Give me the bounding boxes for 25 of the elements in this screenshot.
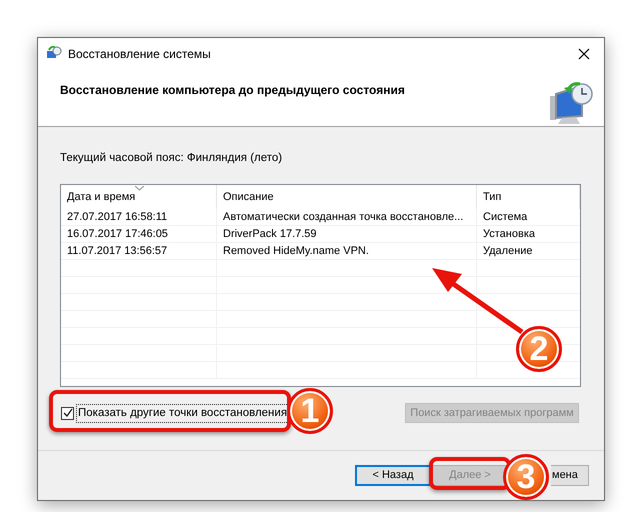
column-header[interactable]: Тип [477, 185, 580, 210]
table-cell: Removed HideMy.name VPN. [217, 243, 477, 260]
column-header[interactable]: Описание [217, 185, 477, 210]
table-cell: Автоматически созданная точка восстановле... [217, 209, 477, 226]
system-restore-icon [548, 82, 594, 126]
table-cell: 11.07.2017 13:56:57 [61, 243, 217, 260]
table-cell: 16.07.2017 17:46:05 [61, 226, 217, 242]
column-header[interactable]: Дата и время [61, 185, 217, 210]
table-cell-text: Удаление [482, 244, 534, 259]
table-cell-text: Система [482, 210, 528, 225]
checkbox[interactable] [61, 406, 74, 420]
table-row[interactable]: 27.07.2017 16:58:11 Автоматически созданная точка восстановле... Система [61, 209, 580, 226]
sort-caret-icon [135, 186, 144, 192]
table-cell-text: Установка [482, 227, 536, 242]
table-cell: 27.07.2017 16:58:11 [61, 209, 217, 226]
wizard-button[interactable]: мена [551, 465, 589, 486]
wizard-button[interactable]: < Назад [355, 465, 431, 486]
close-icon [578, 48, 590, 60]
timezone-label: Текущий часовой пояс: Финляндия (лето) [60, 151, 284, 166]
table-row[interactable]: 16.07.2017 17:46:05 DriverPack 17.7.59 Установка [61, 226, 580, 244]
checkmark-icon [62, 408, 72, 418]
table-row[interactable]: 11.07.2017 13:56:57 Removed HideMy.name VPN. Удаление [61, 243, 580, 260]
window-title: Восстановление системы [68, 46, 211, 63]
header-title: Восстановление компьютера до предыдущего состояния [60, 82, 405, 99]
table-cell: DriverPack 17.7.59 [217, 226, 477, 242]
